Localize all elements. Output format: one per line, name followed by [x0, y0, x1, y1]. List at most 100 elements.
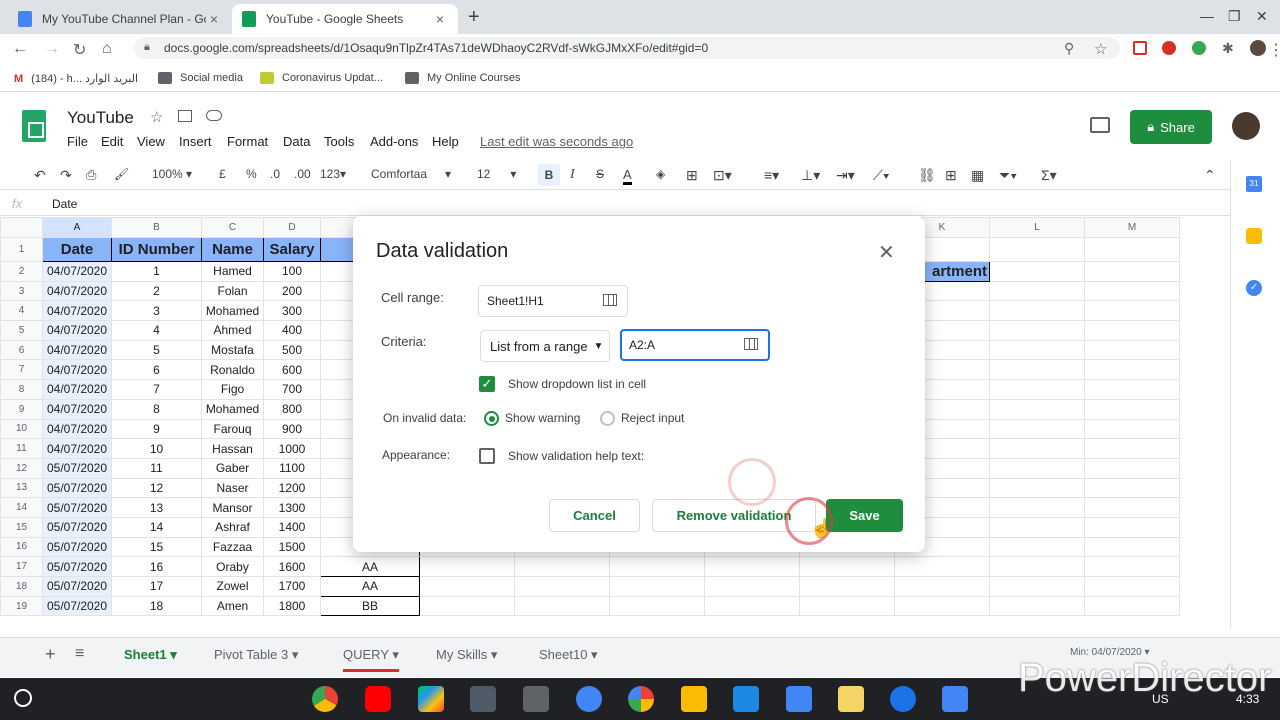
- cell[interactable]: 10: [111, 438, 202, 459]
- font-size-select[interactable]: 12 ▾: [477, 167, 516, 181]
- docs-app-icon[interactable]: [786, 686, 812, 712]
- minimize-icon[interactable]: —: [1200, 8, 1214, 24]
- cell[interactable]: 04/07/2020: [42, 280, 112, 302]
- close-window-icon[interactable]: ✕: [1256, 8, 1268, 25]
- cell[interactable]: [1084, 237, 1180, 262]
- cell[interactable]: 05/07/2020: [42, 457, 112, 479]
- cell[interactable]: 9: [111, 418, 202, 440]
- undo-icon[interactable]: ↶: [34, 167, 46, 184]
- cell[interactable]: Oraby: [201, 556, 264, 577]
- add-sheet-icon[interactable]: +: [45, 644, 56, 665]
- menu-tools[interactable]: Tools: [324, 134, 354, 149]
- cell[interactable]: 04/07/2020: [42, 261, 112, 282]
- row-header[interactable]: 11: [0, 438, 43, 459]
- column-header[interactable]: M: [1084, 217, 1180, 238]
- menu-edit[interactable]: Edit: [101, 134, 123, 149]
- cell[interactable]: [1084, 339, 1180, 361]
- cell[interactable]: 6: [111, 359, 202, 381]
- number-format-select[interactable]: 123▾: [320, 167, 346, 181]
- cell[interactable]: Fazzaa: [201, 536, 264, 558]
- cell[interactable]: Amen: [201, 595, 264, 617]
- cell[interactable]: [1084, 536, 1180, 558]
- cell[interactable]: 1600: [263, 556, 321, 577]
- cell[interactable]: 1700: [263, 576, 321, 597]
- photos-icon[interactable]: [628, 686, 654, 712]
- close-tab-icon[interactable]: ×: [432, 11, 448, 27]
- cell[interactable]: [419, 556, 515, 577]
- document-title[interactable]: YouTube: [67, 108, 134, 128]
- cell[interactable]: [989, 300, 1085, 322]
- font-select[interactable]: Comfortaa ▾: [371, 167, 451, 181]
- cell[interactable]: 17: [111, 576, 202, 597]
- sheet-tab-sheet10[interactable]: Sheet10 ▾: [539, 647, 598, 663]
- cell[interactable]: 12: [111, 477, 202, 499]
- cell[interactable]: Figo: [201, 379, 264, 400]
- row-header[interactable]: 18: [0, 576, 43, 597]
- row-header[interactable]: 16: [0, 536, 43, 558]
- restore-icon[interactable]: ❐: [1228, 8, 1241, 25]
- star-icon[interactable]: ☆: [150, 108, 163, 126]
- cell[interactable]: Mostafa: [201, 339, 264, 361]
- cell[interactable]: [799, 595, 895, 617]
- cell[interactable]: 05/07/2020: [42, 576, 112, 597]
- currency-button[interactable]: £: [219, 167, 226, 181]
- cell[interactable]: 1: [111, 261, 202, 282]
- extension-green-icon[interactable]: [1192, 41, 1206, 55]
- cell[interactable]: [514, 576, 610, 597]
- reload-icon[interactable]: ↻: [73, 40, 86, 60]
- cell[interactable]: 1000: [263, 438, 321, 459]
- insert-link-icon[interactable]: ⛓: [918, 167, 936, 184]
- cell[interactable]: Mansor: [201, 497, 264, 518]
- cell[interactable]: [894, 576, 990, 597]
- launcher-icon[interactable]: [14, 689, 32, 707]
- url-text[interactable]: docs.google.com/spreadsheets/d/1Osaqu9nT…: [164, 41, 708, 55]
- cell[interactable]: Mohamed: [201, 398, 264, 420]
- home-icon[interactable]: ⌂: [102, 40, 112, 58]
- keep-icon[interactable]: [1246, 228, 1262, 244]
- cell[interactable]: [704, 556, 800, 577]
- show-warning-radio[interactable]: [484, 411, 499, 426]
- cell[interactable]: 900: [263, 418, 321, 440]
- cell[interactable]: [1084, 320, 1180, 341]
- notes-app-icon[interactable]: [838, 686, 864, 712]
- cell[interactable]: 4: [111, 320, 202, 341]
- menu-help[interactable]: Help: [432, 134, 459, 149]
- bookmark-gmail[interactable]: M (184) - h... البريد الوارد: [14, 72, 138, 86]
- cell[interactable]: [989, 280, 1085, 302]
- header-cell-name[interactable]: Name: [201, 237, 264, 262]
- cell[interactable]: 15: [111, 536, 202, 558]
- column-header[interactable]: C: [201, 217, 264, 238]
- row-header[interactable]: 2: [0, 261, 43, 282]
- row-header[interactable]: 5: [0, 320, 43, 341]
- cell[interactable]: 04/07/2020: [42, 379, 112, 400]
- column-header[interactable]: D: [263, 217, 321, 238]
- column-header[interactable]: B: [111, 217, 202, 238]
- menu-format[interactable]: Format: [227, 134, 268, 149]
- select-range-icon[interactable]: [603, 294, 617, 306]
- youtube-icon[interactable]: [365, 686, 391, 712]
- cell[interactable]: [1084, 300, 1180, 322]
- row-header[interactable]: 10: [0, 418, 43, 440]
- camera-icon[interactable]: [523, 686, 549, 712]
- header-cell-id[interactable]: ID Number: [111, 237, 202, 262]
- cell[interactable]: [704, 576, 800, 597]
- cell[interactable]: 3: [111, 300, 202, 322]
- cell[interactable]: 5: [111, 339, 202, 361]
- cell-range-value[interactable]: Sheet1!H1: [487, 294, 544, 308]
- cell[interactable]: 05/07/2020: [42, 516, 112, 538]
- extension-stop-icon[interactable]: [1162, 41, 1176, 55]
- cell[interactable]: Folan: [201, 280, 264, 302]
- cell[interactable]: [1084, 398, 1180, 420]
- insert-chart-icon[interactable]: ▦: [971, 167, 984, 184]
- cell[interactable]: [989, 438, 1085, 459]
- cell[interactable]: 8: [111, 398, 202, 420]
- bookmark-online-courses[interactable]: My Online Courses: [405, 72, 521, 84]
- functions-icon[interactable]: Σ▾: [1041, 167, 1057, 184]
- decrease-decimal-button[interactable]: .0: [270, 167, 280, 181]
- header-cell-salary[interactable]: Salary: [263, 237, 321, 262]
- close-icon[interactable]: ✕: [878, 240, 895, 265]
- cell[interactable]: 14: [111, 516, 202, 538]
- close-tab-icon[interactable]: ×: [206, 11, 222, 27]
- cell[interactable]: 18: [111, 595, 202, 617]
- menu-file[interactable]: File: [67, 134, 88, 149]
